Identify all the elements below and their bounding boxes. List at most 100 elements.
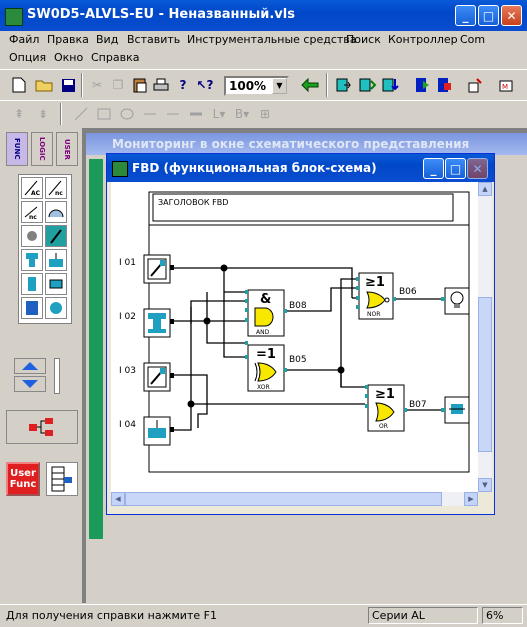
verify-icon[interactable]: [380, 74, 402, 96]
coil-icon[interactable]: [45, 273, 67, 295]
menu-tools[interactable]: Инструментальные средства: [187, 33, 357, 46]
line-style-icon[interactable]: L▾: [208, 103, 230, 125]
fbd-maximize-button[interactable]: □: [445, 158, 466, 179]
status-help-text: Для получения справки нажмите F1: [6, 609, 217, 622]
main-toolbar: ✂ ❐ ? ↖? 100% ▼ M: [0, 69, 527, 101]
context-help-icon[interactable]: ↖?: [194, 74, 216, 96]
fbd-titlebar[interactable]: FBD (функциональная блок-схема) _ □ ✕: [107, 154, 494, 182]
stop-icon[interactable]: [434, 74, 456, 96]
motor-icon[interactable]: [45, 297, 67, 319]
gate-b07-id: B07: [409, 400, 427, 410]
tab-user-label: USER: [63, 138, 71, 160]
line-tool-icon[interactable]: [70, 103, 92, 125]
monitoring-window-titlebar[interactable]: Мониторинг в окне схематического предста…: [86, 133, 527, 155]
user-func-table-icon[interactable]: [46, 462, 78, 496]
level-sensor-icon[interactable]: [45, 249, 67, 271]
open-folder-icon[interactable]: [33, 74, 55, 96]
user-func-label-2: Func: [9, 479, 37, 490]
fbd-minimize-button[interactable]: _: [423, 158, 444, 179]
output-icon[interactable]: [21, 273, 43, 295]
read-from-controller-icon[interactable]: [357, 74, 379, 96]
cut-icon[interactable]: ✂: [86, 74, 108, 96]
fbd-diagram: ЗАГОЛОВОК FBD I 01 I 02 I 03 I 04 & AND …: [119, 191, 470, 473]
monitor-icon[interactable]: [464, 74, 486, 96]
write-to-controller-icon[interactable]: [334, 74, 356, 96]
font-style-icon[interactable]: ⊞: [254, 103, 276, 125]
pulse-icon[interactable]: nc: [21, 201, 43, 223]
fbd-horizontal-scrollbar[interactable]: ◀ ▶: [111, 492, 478, 506]
print-icon[interactable]: [150, 74, 172, 96]
input-block-i04: [143, 416, 171, 446]
save-icon[interactable]: [57, 74, 79, 96]
status-bar: Для получения справки нажмите F1 Серии A…: [0, 604, 527, 627]
maximize-button[interactable]: □: [478, 5, 499, 26]
menu-file[interactable]: Файл: [9, 33, 39, 46]
timer-off-delay-icon[interactable]: nc: [45, 177, 67, 199]
svg-text:AC: AC: [31, 190, 41, 197]
help-icon[interactable]: ?: [172, 74, 194, 96]
paste-icon[interactable]: [128, 74, 150, 96]
scroll-left-arrow-icon[interactable]: ◀: [111, 492, 125, 506]
hierarchy-icon[interactable]: [6, 410, 78, 444]
menu-window[interactable]: Окно: [54, 51, 83, 64]
ellipse-tool-icon[interactable]: [116, 103, 138, 125]
scroll-up-icon[interactable]: [14, 358, 46, 374]
tab-logic-label: LOGIC: [38, 137, 46, 161]
scroll-right-arrow-icon[interactable]: ▶: [464, 492, 478, 506]
fbd-window[interactable]: FBD (функциональная блок-схема) _ □ ✕ ЗА…: [106, 153, 495, 515]
hline-thin-tool-icon[interactable]: [162, 103, 184, 125]
status-series: Серии AL: [368, 607, 478, 624]
menu-view[interactable]: Вид: [96, 33, 118, 46]
align-up-icon[interactable]: ⇞: [8, 103, 30, 125]
input-block-i02: [143, 308, 171, 338]
fbd-close-button[interactable]: ✕: [467, 158, 488, 179]
monitoring-window-title: Мониторинг в окне схематического предста…: [112, 137, 470, 151]
gauge-icon[interactable]: [45, 201, 67, 223]
menu-controller[interactable]: Контроллер: [388, 33, 458, 46]
fbd-vertical-scrollbar[interactable]: ▲ ▼: [478, 182, 492, 492]
menu-search[interactable]: Поиск: [346, 33, 381, 46]
chevron-down-icon[interactable]: ▼: [272, 78, 287, 94]
new-file-icon[interactable]: [8, 74, 30, 96]
counter-icon[interactable]: [21, 297, 43, 319]
contact-icon[interactable]: [21, 225, 43, 247]
zoom-select[interactable]: 100% ▼: [224, 76, 289, 96]
menu-option[interactable]: Опция: [9, 51, 46, 64]
tab-func[interactable]: FUNC: [6, 132, 28, 166]
scroll-down-arrow-icon[interactable]: ▼: [478, 478, 492, 492]
hline-tool-icon[interactable]: [139, 103, 161, 125]
user-func-button[interactable]: User Func: [6, 462, 40, 496]
fbd-canvas[interactable]: ЗАГОЛОВОК FBD I 01 I 02 I 03 I 04 & AND …: [111, 182, 478, 492]
timer-on-delay-icon[interactable]: AC: [21, 177, 43, 199]
minimize-button[interactable]: _: [455, 5, 476, 26]
tab-user[interactable]: USER: [56, 132, 78, 166]
border-style-icon[interactable]: B▾: [231, 103, 253, 125]
menu-help[interactable]: Справка: [91, 51, 139, 64]
gate-b08-id: B08: [289, 301, 307, 311]
simulation-icon[interactable]: M: [496, 74, 518, 96]
scroll-down-icon[interactable]: [14, 376, 46, 392]
gate-b06-name: NOR: [367, 311, 380, 318]
thick-line-tool-icon[interactable]: [185, 103, 207, 125]
menu-com[interactable]: Com: [460, 33, 485, 46]
menu-bar-row-1: Файл Правка Вид Вставить Инструментальны…: [0, 31, 527, 49]
scroll-up-arrow-icon[interactable]: ▲: [478, 182, 492, 196]
align-down-icon[interactable]: ⇟: [32, 103, 54, 125]
copy-icon[interactable]: ❐: [107, 74, 129, 96]
run-icon[interactable]: [412, 74, 434, 96]
rectangle-tool-icon[interactable]: [93, 103, 115, 125]
svg-text:nc: nc: [55, 190, 63, 197]
drawing-toolbar: ⇞ ⇟ L▾ B▾ ⊞: [0, 100, 527, 129]
transfer-left-icon[interactable]: [299, 74, 321, 96]
vertical-scroll-thumb[interactable]: [478, 297, 492, 452]
svg-text:M: M: [502, 83, 508, 91]
sensor-icon[interactable]: [21, 249, 43, 271]
zoom-value: 100%: [229, 79, 267, 93]
close-button[interactable]: ✕: [501, 5, 522, 26]
tab-logic[interactable]: LOGIC: [31, 132, 53, 166]
horizontal-scroll-thumb[interactable]: [125, 492, 442, 506]
menu-insert[interactable]: Вставить: [127, 33, 180, 46]
switch-icon[interactable]: [45, 225, 67, 247]
menu-edit[interactable]: Правка: [47, 33, 89, 46]
palette-slider[interactable]: [54, 358, 60, 394]
